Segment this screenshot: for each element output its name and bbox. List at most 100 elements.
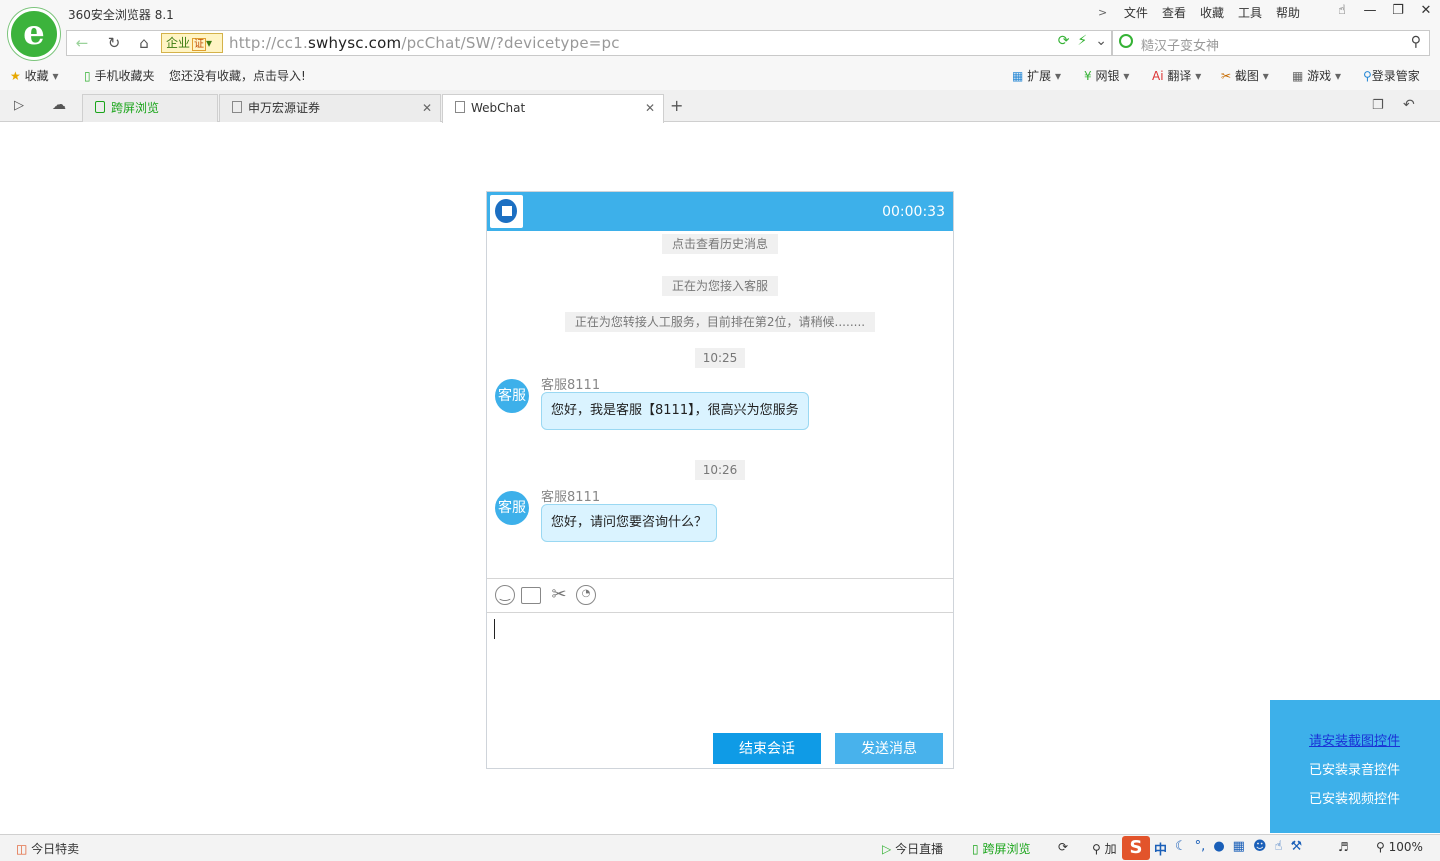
chevron-right-icon[interactable]: > — [1098, 6, 1107, 19]
favorites-button[interactable]: ★ 收藏 ▾ — [10, 67, 58, 84]
tab-webchat[interactable]: WebChat ✕ — [442, 94, 664, 123]
history-link[interactable]: 点击查看历史消息 — [487, 234, 953, 254]
dropdown-icon[interactable]: ⌄ — [1095, 33, 1107, 49]
message-timestamp: 10:26 — [487, 460, 953, 480]
keyboard-icon[interactable]: ▦ — [1233, 839, 1245, 858]
home-icon[interactable]: ⌂ — [129, 31, 159, 55]
enterprise-badge[interactable]: 企业证 ▾ — [161, 33, 223, 53]
translate-button[interactable]: Ai 翻译 ▾ — [1152, 67, 1201, 84]
scissors-icon[interactable]: ✂ — [549, 585, 569, 605]
star-icon: ★ — [10, 69, 21, 83]
search-engine-icon[interactable] — [1119, 34, 1133, 48]
company-logo — [490, 195, 523, 228]
close-tab-icon[interactable]: ✕ — [645, 95, 655, 121]
tab-swhysc[interactable]: 申万宏源证券 ✕ — [219, 94, 441, 122]
app-title: 360安全浏览器 8.1 — [68, 8, 174, 22]
user-icon[interactable]: ☻ — [1253, 839, 1267, 858]
close-tab-icon[interactable]: ✕ — [422, 95, 432, 121]
login-manager-button[interactable]: ⚲登录管家 — [1363, 67, 1420, 84]
page-icon — [232, 101, 242, 113]
address-bar[interactable]: ← ↻ ⌂ 企业证 ▾ http://cc1.swhysc.com/pcChat/… — [66, 30, 1112, 56]
screenshot-button[interactable]: ✂ 截图 ▾ — [1221, 67, 1269, 84]
punctuation-icon[interactable]: °, — [1195, 839, 1206, 858]
security-icon[interactable]: ⟳ — [1058, 33, 1070, 49]
message-input[interactable]: 结束会话 发送消息 — [487, 613, 953, 768]
queue-notice: 正在为您转接人工服务，目前排在第2位，请稍候........ — [487, 312, 953, 332]
message-bubble: 您好，请问您要咨询什么？ — [541, 504, 718, 542]
extensions-button[interactable]: ▦ 扩展 ▾ — [1012, 67, 1061, 84]
zoom-icon: ⚲ — [1376, 840, 1385, 854]
emoji-icon[interactable]: ‿ — [495, 585, 515, 605]
video-plugin-status: 已安装视频控件 — [1309, 792, 1401, 807]
search-icon[interactable]: ⚲ — [1411, 34, 1421, 50]
zoom-control[interactable]: ⚲ 100% — [1376, 840, 1423, 854]
browser-logo[interactable]: e — [8, 8, 60, 60]
moon-icon[interactable]: ☾ — [1175, 839, 1187, 858]
phone-icon — [95, 101, 105, 113]
navigation-bar: ← ↻ ⌂ 企业证 ▾ http://cc1.swhysc.com/pcChat/… — [0, 28, 1440, 60]
bank-icon: ¥ — [1084, 69, 1092, 83]
ime-toolbar: 中 ☾ °, ● ▦ ☻ ☝ ⚒ — [1154, 839, 1302, 858]
import-hint[interactable]: 您还没有收藏，点击导入! — [169, 67, 306, 84]
refresh-icon[interactable]: ↻ — [99, 31, 129, 55]
wrench-icon[interactable]: ⚒ — [1290, 839, 1302, 858]
sender-name: 客服8111 — [541, 378, 601, 393]
key-icon: ⚲ — [1363, 69, 1372, 83]
pin-icon: ⚲ — [1092, 842, 1101, 856]
chat-window: 00:00:33 点击查看历史消息 正在为您接入客服 正在为您转接人工服务，目前… — [486, 191, 954, 769]
accelerate-icon[interactable]: ⟳ — [1058, 840, 1068, 854]
top-menu: 文件 查看 收藏 工具 帮助 — [1124, 4, 1300, 21]
microphone-icon[interactable]: ● — [1213, 839, 1224, 858]
sidebar-toggle-icon[interactable]: ▷ — [14, 98, 24, 113]
bookmarks-bar: ★ 收藏 ▾ ▯ 手机收藏夹 您还没有收藏，点击导入! ▦ 扩展 ▾ ¥ 网银 … — [0, 60, 1440, 90]
search-box[interactable]: 糙汉子变女神 ⚲ — [1112, 30, 1430, 56]
close-icon[interactable]: ✕ — [1412, 0, 1440, 22]
search-placeholder: 糙汉子变女神 — [1141, 39, 1220, 54]
gamepad-icon: ▦ — [1292, 69, 1304, 83]
send-message-button[interactable]: 发送消息 — [835, 733, 943, 764]
new-tab-icon[interactable]: + — [670, 96, 683, 115]
tab-cross-screen[interactable]: 跨屏浏览 — [82, 94, 218, 122]
menu-tools[interactable]: 工具 — [1238, 4, 1262, 21]
url-text[interactable]: http://cc1.swhysc.com/pcChat/SW/?devicet… — [229, 34, 620, 52]
ime-language[interactable]: 中 — [1154, 839, 1167, 858]
title-bar: 360安全浏览器 8.1 > 文件 查看 收藏 工具 帮助 ☝ — ❐ ✕ — [0, 0, 1440, 28]
translate-icon: Ai — [1152, 69, 1164, 83]
daily-deals[interactable]: ◫ 今日特卖 — [16, 840, 79, 857]
pin-button[interactable]: ⚲ 加 — [1092, 840, 1117, 857]
restore-tabs-icon[interactable]: ❐ — [1372, 98, 1384, 113]
image-icon[interactable] — [521, 587, 541, 604]
menu-file[interactable]: 文件 — [1124, 4, 1148, 21]
grid-icon: ▦ — [1012, 69, 1024, 83]
games-button[interactable]: ▦ 游戏 ▾ — [1292, 67, 1341, 84]
volume-icon[interactable]: ♬ — [1338, 840, 1349, 854]
session-timer: 00:00:33 — [882, 204, 945, 220]
menu-help[interactable]: 帮助 — [1276, 4, 1300, 21]
sender-name: 客服8111 — [541, 490, 601, 505]
chat-toolbar: ‿ ✂ ◔ — [487, 578, 953, 613]
tab-bar: ▷ ☁ 跨屏浏览 申万宏源证券 ✕ WebChat ✕ + ❐ ↶ — [0, 90, 1440, 123]
menu-favorites[interactable]: 收藏 — [1200, 4, 1224, 21]
mobile-favorites-button[interactable]: ▯ 手机收藏夹 — [84, 67, 154, 84]
skin-icon[interactable]: ☝ — [1328, 0, 1356, 22]
bank-button[interactable]: ¥ 网银 ▾ — [1084, 67, 1129, 84]
message-bubble: 您好，我是客服【8111】，很高兴为您服务 — [541, 392, 809, 430]
back-icon[interactable]: ← — [67, 31, 97, 55]
skin-icon[interactable]: ☝ — [1275, 839, 1283, 858]
gift-icon: ◫ — [16, 842, 28, 856]
cloud-icon[interactable]: ☁ — [52, 97, 66, 113]
cross-screen-button[interactable]: ▯ 跨屏浏览 — [972, 840, 1030, 857]
connecting-notice: 正在为您接入客服 — [487, 276, 953, 296]
ime-logo-icon[interactable]: S — [1122, 836, 1150, 860]
cert-icon: 证 — [192, 38, 207, 51]
maximize-icon[interactable]: ❐ — [1384, 0, 1412, 22]
end-session-button[interactable]: 结束会话 — [713, 733, 821, 764]
address-bar-actions: ⟳ ⚡ ⌄ — [1058, 33, 1107, 49]
install-screenshot-link[interactable]: 请安装截图控件 — [1309, 730, 1400, 749]
menu-view[interactable]: 查看 — [1162, 4, 1186, 21]
live-button[interactable]: ▷ 今日直播 — [882, 840, 943, 857]
history-clock-icon[interactable]: ◔ — [576, 585, 596, 605]
undo-close-icon[interactable]: ↶ — [1403, 97, 1415, 113]
speed-mode-icon[interactable]: ⚡ — [1077, 33, 1087, 49]
minimize-icon[interactable]: — — [1356, 0, 1384, 22]
